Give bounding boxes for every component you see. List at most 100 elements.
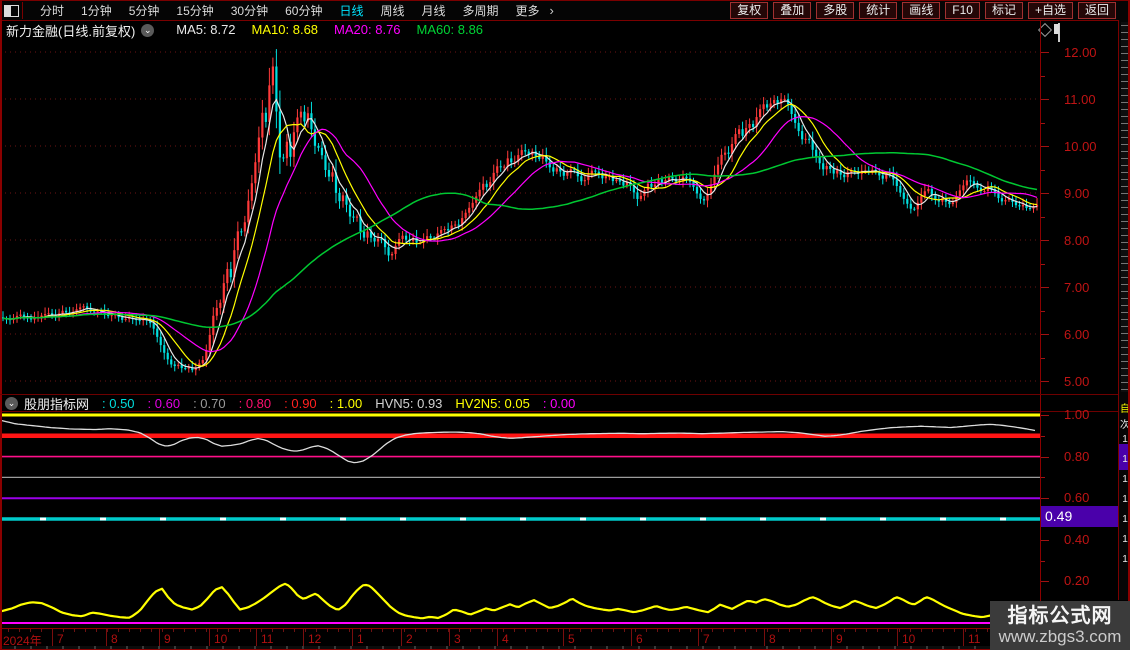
time-tick	[74, 629, 75, 632]
time-tick	[712, 629, 713, 632]
collapse-chevron-icon[interactable]: ⌄	[141, 24, 154, 37]
period-tab-1分钟[interactable]: 1分钟	[81, 2, 112, 19]
time-axis: 2024年789101112123456789101112	[0, 628, 1130, 647]
price-tick	[1041, 170, 1045, 171]
time-tick	[767, 629, 768, 632]
watermark-title: 指标公式网	[1008, 605, 1113, 627]
price-tick-label: 12.00	[1064, 45, 1114, 60]
time-axis-label: 10	[902, 632, 915, 646]
month-separator	[497, 629, 498, 647]
period-tab-15分钟[interactable]: 15分钟	[176, 2, 213, 19]
layout-toggle-button[interactable]	[0, 2, 23, 19]
indicator-pane[interactable]: 1.000.800.600.400.20	[0, 412, 1130, 627]
period-tab-多周期[interactable]: 多周期	[463, 2, 499, 19]
time-tick	[668, 629, 669, 632]
time-axis-label: 11	[261, 632, 273, 646]
more-arrow-icon[interactable]: ›	[550, 3, 554, 18]
time-tick	[305, 629, 306, 632]
site-watermark: 指标公式网 www.zbgs3.com	[990, 601, 1130, 650]
indicator-tick	[1041, 436, 1045, 437]
time-tick	[173, 629, 174, 632]
toolbar-button-叠加[interactable]: 叠加	[773, 2, 811, 19]
toolbar-button-多股[interactable]: 多股	[816, 2, 854, 19]
time-tick	[657, 629, 658, 632]
axis-separator-line	[1040, 20, 1041, 646]
indicator-tick	[1041, 477, 1045, 478]
indicator-chart[interactable]	[0, 412, 1040, 627]
month-separator	[897, 629, 898, 647]
month-separator	[352, 629, 353, 647]
toolbar-button-+自选[interactable]: +自选	[1028, 2, 1073, 19]
price-tick	[1041, 240, 1049, 241]
month-separator	[764, 629, 765, 647]
price-tick	[1041, 217, 1045, 218]
time-tick	[932, 629, 933, 632]
time-tick	[184, 629, 185, 632]
period-tab-月线[interactable]: 月线	[422, 2, 446, 19]
period-tab-分时[interactable]: 分时	[40, 2, 64, 19]
indicator-value: : 0.50	[102, 396, 135, 411]
price-tick-label: 10.00	[1064, 139, 1114, 154]
time-axis-label: 5	[568, 632, 575, 646]
split-window-icon	[4, 5, 19, 17]
price-tick-label: 6.00	[1064, 327, 1114, 342]
price-tick-label: 9.00	[1064, 186, 1114, 201]
time-axis-label: 11	[968, 632, 980, 646]
toolbar-button-复权[interactable]: 复权	[730, 2, 768, 19]
time-tick	[107, 629, 108, 632]
time-axis-label: 9	[164, 632, 171, 646]
period-tab-周线[interactable]: 周线	[380, 2, 404, 19]
indicator-value: : 0.00	[543, 396, 576, 411]
month-separator	[563, 629, 564, 647]
price-tick-label: 8.00	[1064, 233, 1114, 248]
time-tick	[162, 629, 163, 632]
period-tab-60分钟[interactable]: 60分钟	[285, 2, 322, 19]
time-tick	[602, 629, 603, 632]
time-tick	[338, 629, 339, 632]
main-chart-pane[interactable]: 新力金融(日线.前复权) ⌄ MA5: 8.72MA10: 8.68MA20: …	[0, 20, 1130, 395]
time-axis-label: 7	[57, 632, 64, 646]
clipped-text-texture	[1121, 22, 1128, 392]
time-tick	[547, 629, 548, 632]
time-tick	[580, 629, 581, 632]
price-tick-label: 7.00	[1064, 280, 1114, 295]
price-tick	[1041, 334, 1049, 335]
indicator-chevron-icon[interactable]: ⌄	[5, 397, 18, 410]
month-separator	[303, 629, 304, 647]
indicator-value-badge: 0.49	[1041, 506, 1118, 527]
indicator-tick	[1041, 540, 1049, 541]
time-tick	[723, 629, 724, 632]
time-tick	[811, 629, 812, 632]
price-tick	[1041, 146, 1049, 147]
toolbar-button-F10[interactable]: F10	[945, 2, 980, 19]
time-tick	[536, 629, 537, 632]
time-tick	[591, 629, 592, 632]
price-tick	[1041, 76, 1045, 77]
time-tick	[855, 629, 856, 632]
chart-title-row: 新力金融(日线.前复权) ⌄ MA5: 8.72MA10: 8.68MA20: …	[6, 22, 483, 38]
period-tab-5分钟[interactable]: 5分钟	[129, 2, 160, 19]
price-tick	[1041, 123, 1045, 124]
period-tab-30分钟[interactable]: 30分钟	[231, 2, 268, 19]
price-tick	[1041, 381, 1049, 382]
period-toolbar-left: 分时 1分钟 5分钟 15分钟 30分钟 60分钟日线周线 月线多周期更多 ›	[0, 2, 554, 19]
toolbar-button-画线[interactable]: 画线	[902, 2, 940, 19]
toolbar-button-返回[interactable]: 返回	[1078, 2, 1116, 19]
time-tick	[206, 629, 207, 632]
indicator-tick-label: 0.80	[1064, 449, 1114, 464]
panel-split-icon[interactable]	[1058, 23, 1060, 42]
time-tick	[129, 629, 130, 632]
month-separator	[52, 629, 53, 647]
candlestick-chart[interactable]	[0, 20, 1040, 395]
toolbar-button-标记[interactable]: 标记	[985, 2, 1023, 19]
period-tab-更多[interactable]: 更多	[516, 2, 540, 19]
time-tick	[679, 629, 680, 632]
period-tab-日线[interactable]: 日线	[339, 2, 363, 19]
price-tick	[1041, 287, 1049, 288]
indicator-value: HV2N5: 0.05	[455, 396, 529, 411]
time-tick	[701, 629, 702, 632]
time-tick	[140, 629, 141, 632]
indicator-value: HVN5: 0.93	[375, 396, 442, 411]
time-tick	[822, 629, 823, 632]
toolbar-button-统计[interactable]: 统计	[859, 2, 897, 19]
